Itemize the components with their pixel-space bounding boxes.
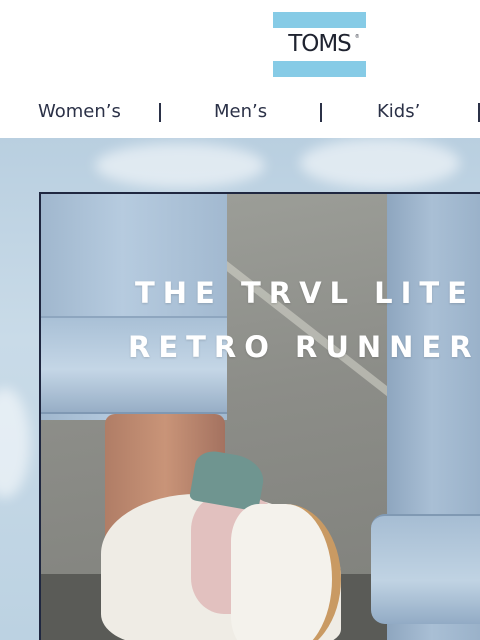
nav-separator [320, 103, 322, 122]
sky-cloud [95, 143, 265, 188]
headline-line-1: THE TRVL LITE [135, 276, 475, 310]
hero-headline: THE TRVL LITE RETRO RUNNER [128, 266, 480, 374]
sky-cloud [300, 138, 460, 188]
jeans-right-cuff [371, 514, 480, 624]
logo-stripe-bottom [273, 61, 366, 77]
registered-mark: ® [355, 34, 359, 40]
site-header: TOMS ® Women’s Men’s Kids’ [0, 0, 480, 138]
hero-image [39, 192, 480, 640]
nav-item-womens[interactable]: Women’s [38, 101, 121, 122]
category-nav: Women’s Men’s Kids’ [0, 98, 480, 128]
logo-wordmark: TOMS [288, 31, 352, 57]
hero-banner[interactable]: THE TRVL LITE RETRO RUNNER [0, 138, 480, 640]
nav-separator [159, 103, 161, 122]
logo-stripe-top [273, 12, 366, 28]
sky-cloud [0, 388, 30, 498]
nav-item-mens[interactable]: Men’s [214, 101, 267, 122]
nav-item-kids[interactable]: Kids’ [377, 101, 420, 122]
toms-logo[interactable]: TOMS ® [273, 12, 366, 77]
headline-line-2: RETRO RUNNER [128, 330, 480, 364]
